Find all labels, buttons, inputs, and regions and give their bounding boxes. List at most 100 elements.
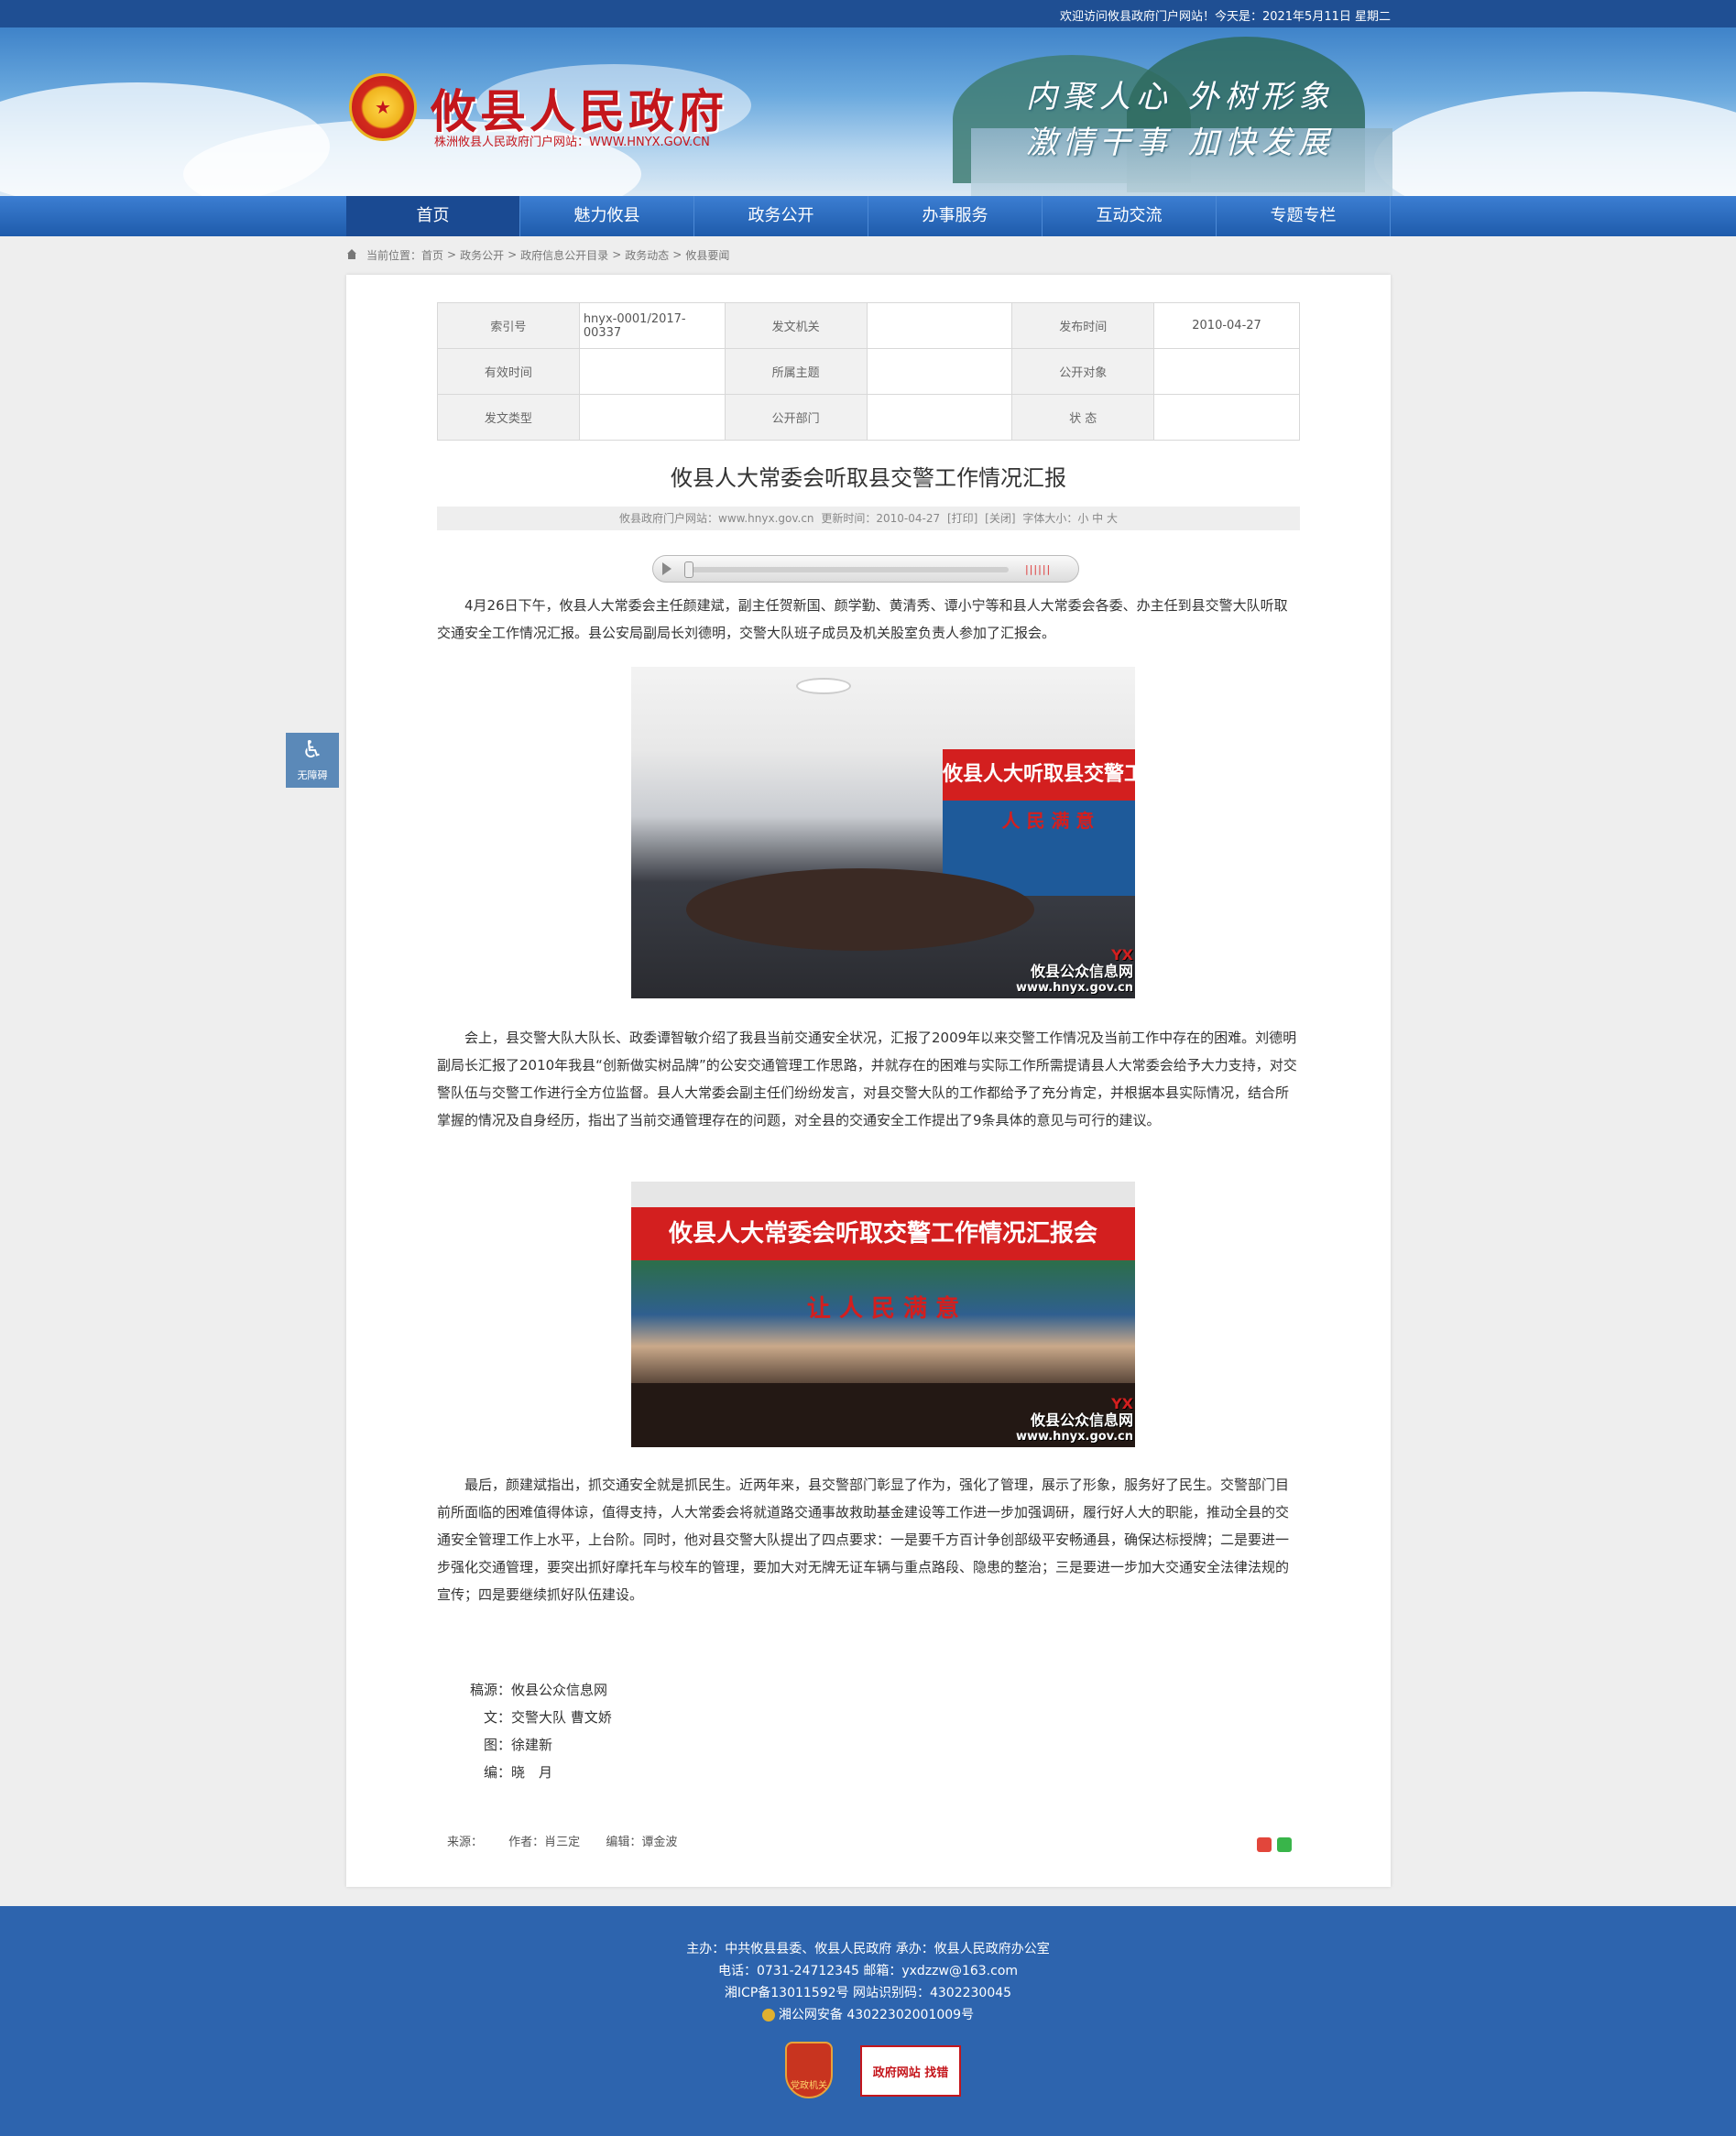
volume-icon[interactable]: |||||| [1025, 563, 1051, 575]
footer-contact: 电话：0731-24712345 邮箱：yxdzzw@163.com [717, 1964, 1019, 1978]
progress-track[interactable] [686, 567, 1009, 572]
nav-item-gov-affairs[interactable]: 政务公开 [694, 196, 868, 236]
cloud-decoration [1374, 92, 1736, 196]
badge-label: 党政机关 [791, 2081, 827, 2091]
credit-row: 文： 交警大队 曹文娇 [465, 1704, 612, 1731]
play-icon[interactable] [662, 562, 671, 575]
doc-type-label: 发文类型 [437, 394, 580, 441]
close-link[interactable]: [关闭] [985, 512, 1015, 525]
print-link[interactable]: [打印] [947, 512, 977, 525]
nav-item-services[interactable]: 办事服务 [868, 196, 1043, 236]
index-no-label: 索引号 [437, 302, 580, 349]
breadcrumb-item[interactable]: 政府信息公开目录 [520, 247, 608, 263]
watermark-url: www.hnyx.gov.cn [1016, 981, 1133, 995]
department-label: 公开部门 [724, 394, 868, 441]
index-no-value: hnyx-0001/2017-00337 [578, 302, 726, 349]
ceiling-light [796, 678, 851, 694]
share-buttons [1257, 1837, 1292, 1852]
police-badge-icon [761, 2009, 775, 2022]
photo-watermark: YX 攸县公众信息网 www.hnyx.gov.cn [1016, 1396, 1133, 1445]
credit-label: 稿源： [469, 1682, 511, 1698]
home-icon [346, 249, 357, 260]
conference-table [686, 868, 1034, 951]
accessibility-button[interactable]: ♿ 无障碍 [286, 733, 339, 788]
update-time: 更新时间：2010-04-27 [821, 512, 941, 525]
nav-item-interaction[interactable]: 互动交流 [1043, 196, 1217, 236]
watermark-logo: YX [1111, 946, 1133, 964]
photo-watermark: YX 攸县公众信息网 www.hnyx.gov.cn [1016, 947, 1133, 997]
credit-value: 晓 月 [511, 1764, 553, 1781]
watermark-logo: YX [1111, 1395, 1133, 1412]
footer-police-record[interactable]: 湘公网安备 43022302001009号 [0, 2005, 1736, 2023]
main-nav: 首页 魅力攸县 政务公开 办事服务 互动交流 专题专栏 [0, 196, 1736, 236]
article-footer-meta: 来源： 作者：肖三定 编辑：谭金波 [447, 1832, 699, 1849]
source-site: 攸县政府门户网站：www.hnyx.gov.cn [619, 512, 814, 525]
paragraph-1: 4月26日下午，攸县人大常委会主任颜建斌，副主任贺新国、颜学勤、黄清秀、谭小宁等… [437, 597, 1288, 641]
slogan-line-2: 激情干事 加快发展 [1026, 125, 1335, 161]
breadcrumb-separator: > [447, 248, 457, 261]
wheelchair-icon: ♿ [301, 736, 323, 764]
breadcrumb: 当前位置： 首页 > 政务公开 > 政府信息公开目录 > 政务动态 > 攸县要闻 [346, 245, 729, 264]
article-photo-1: 攸县人大听取县交警工作情况汇 人 民 满 意 YX 攸县公众信息网 www.hn… [631, 667, 1135, 998]
site-footer: 主办：中共攸县县委、攸县人民政府 承办：攸县人民政府办公室 电话：0731-24… [0, 1906, 1736, 2136]
credit-row: 编： 晓 月 [465, 1759, 612, 1786]
national-emblem-icon: ★ [349, 73, 417, 141]
audience-value [1153, 348, 1300, 395]
publish-time-label: 发布时间 [1011, 302, 1155, 349]
issuer-value [866, 302, 1013, 349]
article-title: 攸县人大常委会听取县交警工作情况汇报 [671, 465, 1066, 491]
breadcrumb-item[interactable]: 政务动态 [625, 247, 669, 263]
header-banner: ★ 攸县人民政府 株洲攸县人民政府门户网站：WWW.HNYX.GOV.CN 内聚… [0, 27, 1736, 196]
slogan-line-1: 内聚人心 外树形象 [1026, 79, 1335, 115]
accessibility-label: 无障碍 [297, 769, 328, 781]
police-record-text: 湘公网安备 43022302001009号 [778, 2008, 975, 2022]
credit-row: 图： 徐建新 [465, 1731, 612, 1759]
metadata-table: 索引号 hnyx-0001/2017-00337 发文机关 发布时间 2010-… [437, 302, 1300, 441]
article-info-bar: 攸县政府门户网站：www.hnyx.gov.cn 更新时间：2010-04-27… [437, 507, 1300, 530]
nav-item-home[interactable]: 首页 [346, 196, 520, 236]
audience-label: 公开对象 [1011, 348, 1155, 395]
breadcrumb-prefix: 当前位置： [366, 248, 422, 262]
photo-banner: 攸县人大听取县交警工作情况汇 [943, 749, 1135, 801]
breadcrumb-item[interactable]: 首页 [421, 247, 443, 263]
footer-sponsor: 主办：中共攸县县委、攸县人民政府 承办：攸县人民政府办公室 [686, 1942, 1050, 1956]
article-photo-2: 攸县人大常委会听取交警工作情况汇报会 让 人 民 满 意 YX 攸县公众信息网 … [631, 1182, 1135, 1447]
footer-icp[interactable]: 湘ICP备13011592号 网站识别码：4302230045 [0, 1983, 1736, 2001]
valid-time-label: 有效时间 [437, 348, 580, 395]
photo-banner-slogan: 让 人 民 满 意 [806, 1295, 960, 1323]
credit-label: 编： [483, 1764, 511, 1781]
subject-label: 所属主题 [724, 348, 868, 395]
author-text: 作者：肖三定 [508, 1836, 581, 1849]
publish-time-value: 2010-04-27 [1153, 302, 1300, 349]
photo-banner-slogan: 人 民 满 意 [1001, 810, 1095, 832]
nav-item-topics[interactable]: 专题专栏 [1217, 196, 1391, 236]
article-credits: 稿源： 攸县公众信息网 文： 交警大队 曹文娇 图： 徐建新 编： 晓 月 [465, 1676, 612, 1786]
status-value [1153, 394, 1300, 441]
gov-site-error-report-badge[interactable]: 政府网站 找错 [860, 2045, 961, 2097]
doc-type-value [578, 394, 726, 441]
nav-item-charm[interactable]: 魅力攸县 [520, 196, 694, 236]
credit-value: 攸县公众信息网 [511, 1682, 608, 1698]
progress-handle[interactable] [684, 561, 693, 578]
credit-value: 交警大队 曹文娇 [511, 1709, 612, 1726]
photo-banner: 攸县人大常委会听取交警工作情况汇报会 [631, 1207, 1135, 1260]
breadcrumb-separator: > [672, 248, 682, 261]
source-label: 来源： [447, 1836, 484, 1849]
weibo-share-icon[interactable] [1257, 1837, 1272, 1852]
editor-text: 编辑：谭金波 [606, 1836, 678, 1849]
breadcrumb-item[interactable]: 政务公开 [460, 247, 504, 263]
paragraph-2: 会上，县交警大队大队长、政委谭智敏介绍了我县当前交通安全状况，汇报了2009年以… [437, 1030, 1297, 1128]
site-subtitle: 株洲攸县人民政府门户网站：WWW.HNYX.GOV.CN [434, 136, 710, 149]
valid-time-value [578, 348, 726, 395]
breadcrumb-item[interactable]: 攸县要闻 [685, 247, 729, 263]
wechat-share-icon[interactable] [1277, 1837, 1292, 1852]
credit-label: 文： [483, 1709, 511, 1726]
watermark-url: www.hnyx.gov.cn [1016, 1430, 1133, 1444]
top-bar: 欢迎访问攸县政府门户网站！今天是：2021年5月11日 星期二 [0, 0, 1736, 27]
watermark-name: 攸县公众信息网 [1030, 1411, 1133, 1429]
audio-player: |||||| [652, 555, 1079, 583]
issuer-label: 发文机关 [724, 302, 868, 349]
font-size-control[interactable]: 字体大小：小 中 大 [1022, 512, 1118, 525]
party-gov-badge-icon[interactable]: 党政机关 [785, 2042, 833, 2098]
credit-label: 图： [483, 1737, 511, 1753]
